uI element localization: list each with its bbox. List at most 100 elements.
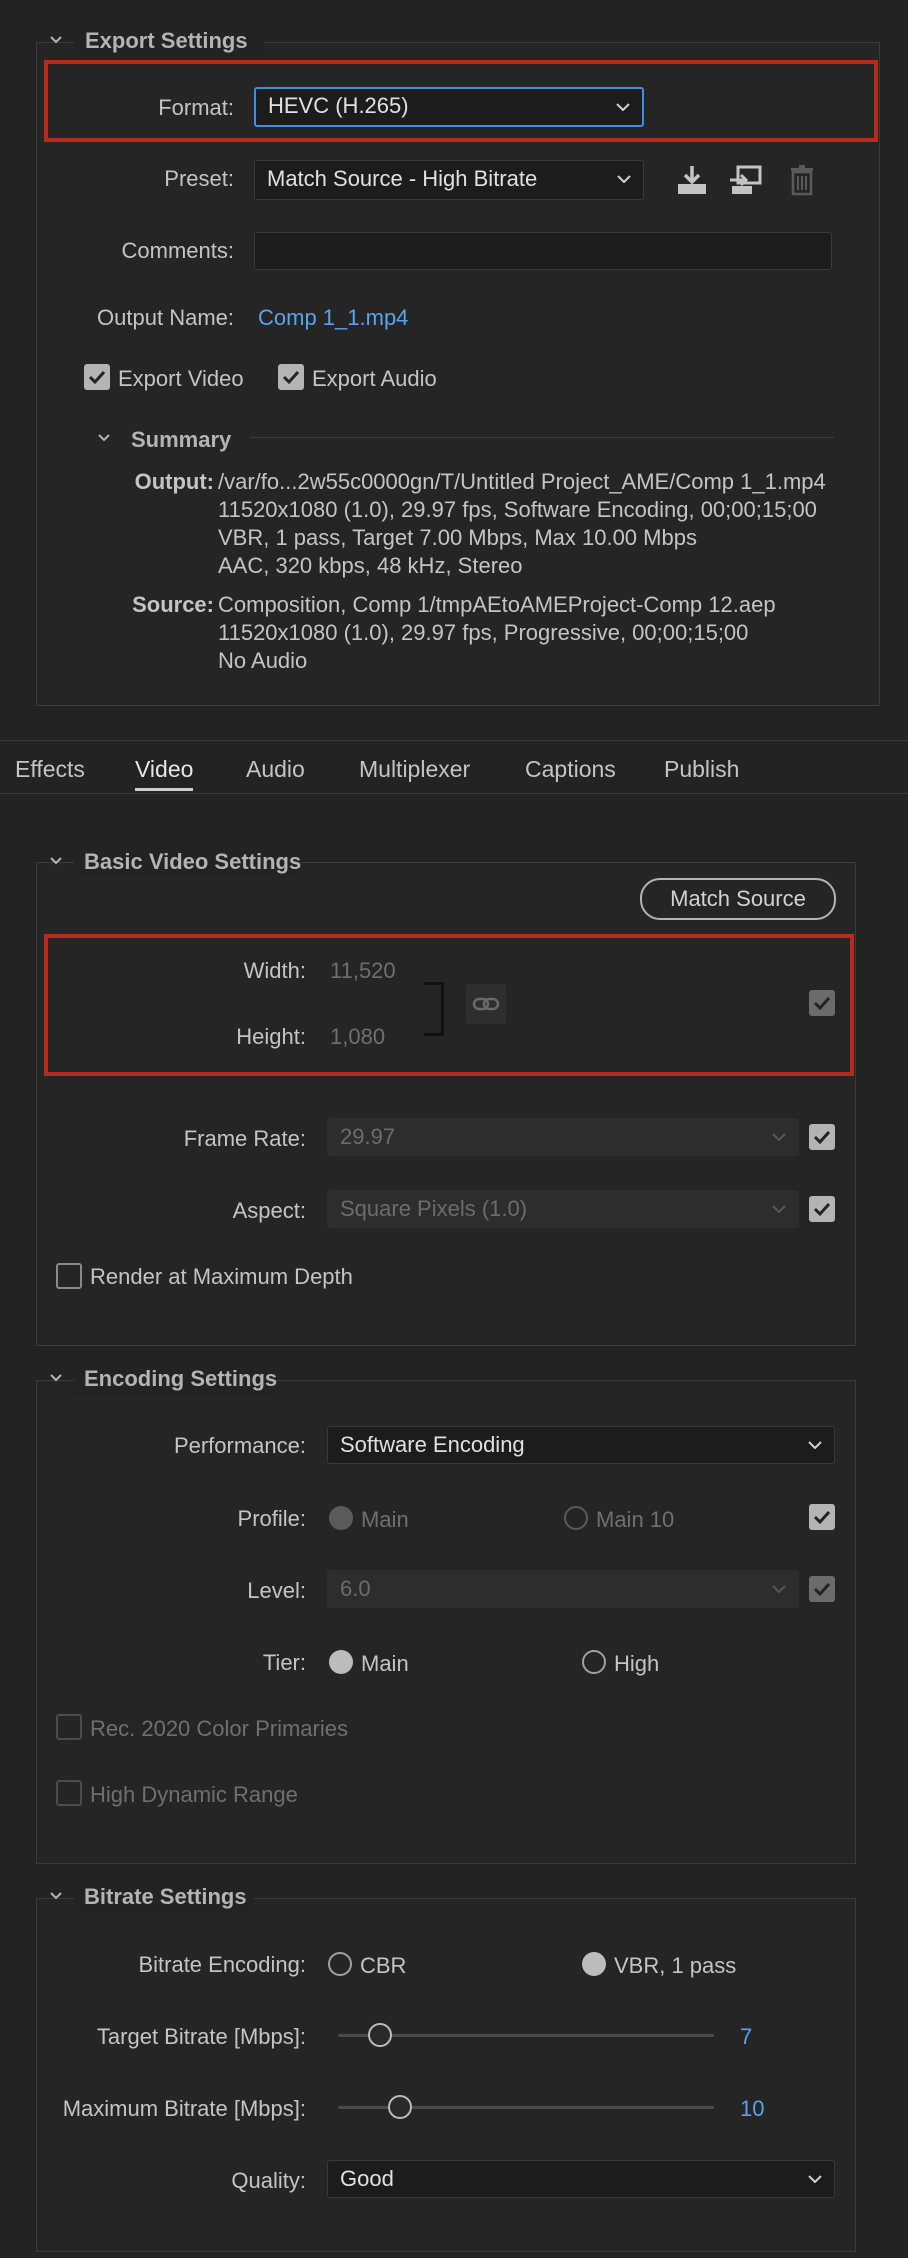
hdr-checkbox[interactable]: [56, 1780, 82, 1806]
profile-main-label: Main: [361, 1507, 409, 1532]
comments-label: Comments:: [121, 238, 234, 263]
tab-audio[interactable]: Audio: [246, 756, 305, 783]
chevron-down-icon: [808, 1441, 822, 1449]
export-audio-label: Export Audio: [312, 366, 437, 391]
height-label: Height:: [236, 1024, 306, 1049]
level-dropdown[interactable]: 6.0: [327, 1570, 799, 1608]
tier-main-radio[interactable]: [329, 1650, 353, 1674]
preset-label: Preset:: [164, 166, 234, 191]
tab-multiplexer[interactable]: Multiplexer: [359, 756, 470, 783]
summary-output-line: 11520x1080 (1.0), 29.97 fps, Software En…: [218, 497, 817, 522]
save-preset-icon[interactable]: [674, 162, 710, 198]
tab-captions[interactable]: Captions: [525, 756, 616, 783]
tabs-top-divider: [0, 740, 908, 741]
profile-main-radio[interactable]: [329, 1506, 353, 1530]
tier-high-radio[interactable]: [582, 1650, 606, 1674]
vbr-radio[interactable]: [582, 1952, 606, 1976]
output-name-label: Output Name:: [97, 305, 234, 330]
chevron-down-icon[interactable]: [50, 1372, 62, 1384]
preset-dropdown[interactable]: Match Source - High Bitrate: [254, 160, 644, 200]
chevron-down-icon: [617, 175, 631, 183]
summary-output-line: /var/fo...2w55c0000gn/T/Untitled Project…: [218, 469, 826, 494]
max-bitrate-label: Maximum Bitrate [Mbps]:: [62, 2096, 306, 2121]
chevron-down-icon[interactable]: [50, 1890, 62, 1902]
aspect-dropdown[interactable]: Square Pixels (1.0): [327, 1190, 799, 1228]
summary-output-line: AAC, 320 kbps, 48 kHz, Stereo: [218, 553, 523, 578]
frame-rate-label: Frame Rate:: [183, 1126, 306, 1151]
match-aspect-checkbox[interactable]: [809, 1196, 835, 1222]
dimension-bracket: [424, 982, 444, 1036]
tabs-bottom-divider: [0, 793, 908, 794]
tab-video[interactable]: Video: [135, 756, 193, 783]
level-value: 6.0: [340, 1576, 371, 1601]
chevron-down-icon[interactable]: [50, 855, 62, 867]
max-bitrate-thumb[interactable]: [388, 2095, 412, 2119]
chevron-down-icon: [808, 2175, 822, 2183]
target-bitrate-value[interactable]: 7: [740, 2024, 752, 2050]
performance-dropdown[interactable]: Software Encoding: [327, 1426, 835, 1464]
max-bitrate-value[interactable]: 10: [740, 2096, 764, 2122]
profile-main10-radio[interactable]: [564, 1506, 588, 1530]
link-dimensions-icon[interactable]: [466, 984, 506, 1024]
aspect-value: Square Pixels (1.0): [340, 1196, 528, 1221]
quality-dropdown[interactable]: Good: [327, 2160, 835, 2198]
export-settings-title: Export Settings: [85, 28, 248, 53]
rec2020-checkbox[interactable]: [56, 1714, 82, 1740]
aspect-label: Aspect:: [232, 1198, 306, 1223]
hdr-label: High Dynamic Range: [90, 1782, 298, 1807]
output-name-link[interactable]: Comp 1_1.mp4: [258, 305, 408, 331]
target-bitrate-label: Target Bitrate [Mbps]:: [96, 2024, 306, 2049]
delete-preset-icon[interactable]: [784, 162, 820, 198]
quality-label: Quality:: [231, 2168, 306, 2193]
profile-main10-label: Main 10: [596, 1507, 675, 1532]
export-video-checkbox[interactable]: [84, 364, 110, 390]
height-value[interactable]: 1,080: [330, 1024, 385, 1050]
chevron-down-icon: [772, 1205, 786, 1213]
format-dropdown[interactable]: HEVC (H.265): [254, 87, 644, 127]
match-source-button[interactable]: Match Source: [640, 878, 836, 920]
bitrate-encoding-label: Bitrate Encoding:: [138, 1952, 306, 1977]
summary-title: Summary: [131, 427, 232, 452]
chevron-down-icon[interactable]: [50, 34, 62, 46]
width-value[interactable]: 11,520: [330, 958, 396, 984]
match-profile-checkbox[interactable]: [809, 1504, 835, 1530]
match-level-checkbox[interactable]: [809, 1576, 835, 1602]
cbr-radio[interactable]: [328, 1952, 352, 1976]
summary-source-line: Composition, Comp 1/tmpAEtoAMEProject-Co…: [218, 592, 776, 617]
summary-source-label: Source:: [132, 592, 214, 617]
match-dimensions-checkbox[interactable]: [809, 990, 835, 1016]
summary-source-line: No Audio: [218, 648, 308, 673]
format-label: Format:: [158, 95, 234, 120]
quality-value: Good: [340, 2166, 394, 2191]
preset-value: Match Source - High Bitrate: [267, 166, 538, 191]
vbr-label: VBR, 1 pass: [614, 1953, 737, 1978]
summary-source-line: 11520x1080 (1.0), 29.97 fps, Progressive…: [218, 620, 749, 645]
import-preset-icon[interactable]: [728, 162, 764, 198]
performance-label: Performance:: [173, 1433, 306, 1458]
summary-output-line: VBR, 1 pass, Target 7.00 Mbps, Max 10.00…: [218, 525, 697, 550]
cbr-label: CBR: [360, 1953, 407, 1978]
comments-input[interactable]: [254, 232, 832, 270]
basic-video-title: Basic Video Settings: [84, 849, 302, 874]
profile-label: Profile:: [237, 1506, 306, 1531]
tab-video-underline: [135, 788, 193, 791]
export-audio-checkbox[interactable]: [278, 364, 304, 390]
match-frame-rate-checkbox[interactable]: [809, 1124, 835, 1150]
tier-label: Tier:: [262, 1650, 306, 1675]
frame-rate-dropdown[interactable]: 29.97: [327, 1118, 799, 1156]
encoding-title: Encoding Settings: [84, 1366, 278, 1391]
chevron-down-icon: [772, 1133, 786, 1141]
tab-publish[interactable]: Publish: [664, 756, 739, 783]
tier-high-label: High: [614, 1651, 660, 1676]
rec2020-label: Rec. 2020 Color Primaries: [90, 1716, 348, 1741]
chevron-down-icon: [772, 1585, 786, 1593]
level-label: Level:: [247, 1578, 306, 1603]
bitrate-title: Bitrate Settings: [84, 1884, 247, 1909]
chevron-down-icon[interactable]: [98, 432, 110, 444]
target-bitrate-thumb[interactable]: [368, 2023, 392, 2047]
tab-effects[interactable]: Effects: [15, 756, 85, 783]
tier-main-label: Main: [361, 1651, 409, 1676]
render-max-depth-checkbox[interactable]: [56, 1263, 82, 1289]
summary-output-label: Output:: [134, 469, 214, 494]
target-bitrate-track[interactable]: [338, 2034, 714, 2037]
